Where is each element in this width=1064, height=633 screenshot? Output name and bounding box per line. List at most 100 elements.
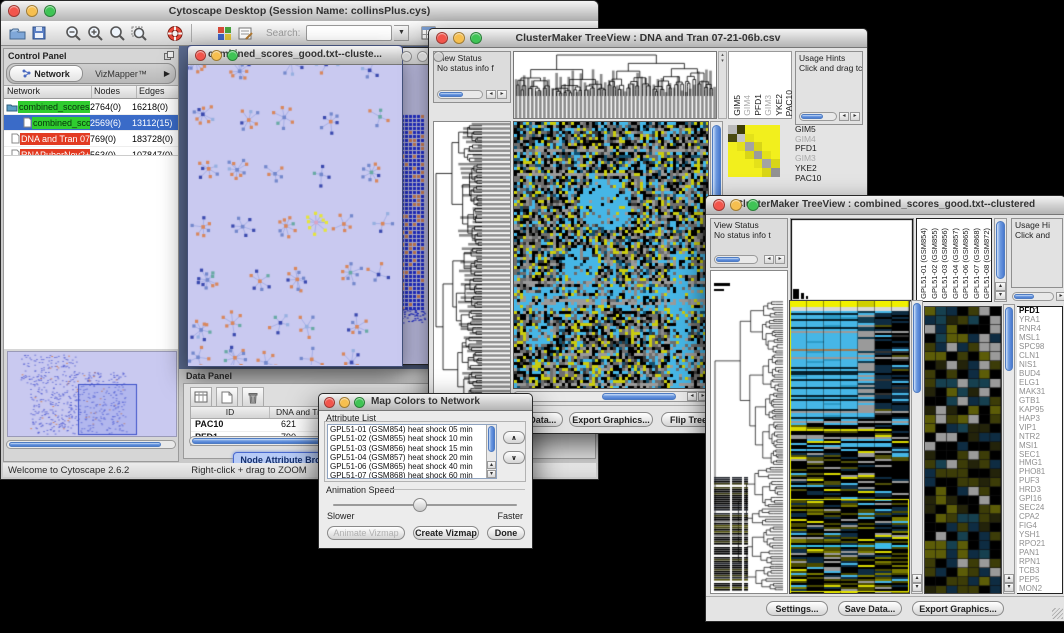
column-label[interactable]: GPL51-04 (GSM857) <box>951 228 960 299</box>
column-dendrogram[interactable] <box>513 51 717 119</box>
resize-grip[interactable] <box>1052 608 1063 619</box>
vizmapper-icon[interactable] <box>214 24 234 42</box>
column-label[interactable]: PFD1 <box>753 94 763 116</box>
done-button[interactable]: Done <box>487 526 525 540</box>
column-label[interactable]: GPL51-02 (GSM855) <box>930 228 939 299</box>
control-panel-hscrollbar[interactable] <box>6 440 176 449</box>
column-label[interactable]: GPL51-06 (GSM865) <box>961 228 970 299</box>
zoom-button[interactable] <box>747 199 759 211</box>
zoom-fit-icon[interactable] <box>107 24 127 42</box>
minimize-button[interactable] <box>417 51 428 62</box>
search-dropdown-arrow[interactable]: ▼ <box>394 25 409 41</box>
attribute-select-icon[interactable] <box>190 387 212 407</box>
scroll-left-arrow[interactable]: ◂ <box>486 90 496 99</box>
matrix-cell[interactable] <box>762 168 771 177</box>
minimize-button[interactable] <box>339 397 350 408</box>
matrix-cell[interactable] <box>728 151 737 160</box>
scroll-up-arrow[interactable]: ▴ <box>1004 574 1014 583</box>
attribute-list-vscrollbar[interactable]: ▴ ▾ <box>486 425 496 478</box>
new-attribute-icon[interactable] <box>216 387 238 407</box>
matrix-cell[interactable] <box>771 159 780 168</box>
zoom-button[interactable] <box>44 5 56 17</box>
column-label[interactable]: GPL51-08 (GSM872) <box>982 228 991 299</box>
scroll-left-arrow[interactable]: ◂ <box>839 112 849 121</box>
matrix-cell[interactable] <box>754 151 763 160</box>
matrix-cell[interactable] <box>762 159 771 168</box>
scroll-down-arrow[interactable]: ▾ <box>912 583 922 592</box>
speed-slider-thumb[interactable] <box>413 498 427 512</box>
scroll-left-arrow[interactable]: ◂ <box>764 255 774 264</box>
column-label[interactable]: GIM4 <box>742 95 752 116</box>
matrix-cell[interactable] <box>728 142 737 151</box>
open-file-icon[interactable] <box>7 24 27 42</box>
close-button[interactable] <box>713 199 725 211</box>
matrix-cell[interactable] <box>762 151 771 160</box>
gene-label-list[interactable]: PFD1YRA1RNR4MSL1SPC98CLN1NIS1BUD4ELG1MAK… <box>1017 306 1063 594</box>
scroll-right-arrow[interactable]: ▸ <box>850 112 860 121</box>
col-nodes[interactable]: Nodes <box>92 86 137 98</box>
row-dendrogram[interactable] <box>433 121 511 407</box>
scroll-right-arrow[interactable]: ▸ <box>497 90 507 99</box>
export-graphics-button[interactable]: Export Graphics... <box>569 412 653 427</box>
column-label[interactable]: GIM5 <box>732 95 742 116</box>
matrix-cell[interactable] <box>737 142 746 151</box>
usage-hints-hscrollbar[interactable] <box>799 112 837 121</box>
matrix-cell[interactable] <box>745 151 754 160</box>
heatmap-vscrollbar[interactable]: ▴ ▾ <box>911 300 923 594</box>
attribute-item[interactable]: GPL51-07 (GSM868) heat shock 60 min <box>328 471 496 478</box>
zoom-selected-icon[interactable] <box>129 24 149 42</box>
scroll-left-arrow[interactable]: ◂ <box>687 392 697 401</box>
save-data-button[interactable]: Save Data... <box>838 601 902 616</box>
move-down-button[interactable]: ∨ <box>503 451 525 464</box>
annotation-icon[interactable] <box>236 24 256 42</box>
matrix-cell[interactable] <box>771 125 780 134</box>
scroll-up-arrow[interactable]: ▴ <box>487 461 496 469</box>
similarity-matrix[interactable] <box>728 125 780 177</box>
matrix-cell[interactable] <box>771 151 780 160</box>
gene-label-list[interactable]: GIM5GIM4PFD1GIM3YKE2PAC10 <box>795 125 861 183</box>
view-status-hscrollbar[interactable] <box>437 90 483 99</box>
zoom-button[interactable] <box>433 51 444 62</box>
scroll-down-arrow[interactable]: ▾ <box>487 470 496 478</box>
matrix-cell[interactable] <box>745 142 754 151</box>
matrix-cell[interactable] <box>745 159 754 168</box>
matrix-cell[interactable] <box>728 134 737 143</box>
attribute-item[interactable]: GPL51-04 (GSM857) heat shock 20 min <box>328 453 496 462</box>
matrix-cell[interactable] <box>771 142 780 151</box>
heatmap-main[interactable] <box>789 300 910 594</box>
matrix-cell[interactable] <box>745 168 754 177</box>
matrix-cell[interactable] <box>754 142 763 151</box>
matrix-cell[interactable] <box>754 159 763 168</box>
column-label[interactable]: GPL51-07 (GSM868) <box>972 228 981 299</box>
help-lifering-icon[interactable] <box>165 24 185 42</box>
matrix-cell[interactable] <box>754 168 763 177</box>
gene-label[interactable]: MON2 <box>1019 585 1062 594</box>
matrix-cell[interactable] <box>728 159 737 168</box>
network-tree-row[interactable]: DNA and Tran 07769(0)183728(0) <box>4 131 178 147</box>
network-canvas[interactable] <box>188 65 400 365</box>
animate-vizmap-button[interactable]: Animate Vizmap <box>327 526 405 540</box>
matrix-cell[interactable] <box>728 168 737 177</box>
tab-overflow-arrow[interactable]: ▶ <box>159 69 175 78</box>
scroll-right-arrow[interactable]: ▸ <box>1056 292 1064 301</box>
view-status-hscrollbar[interactable] <box>714 255 758 264</box>
matrix-cell[interactable] <box>762 142 771 151</box>
dp-col-id[interactable]: ID <box>191 407 270 418</box>
matrix-cell[interactable] <box>771 168 780 177</box>
move-up-button[interactable]: ∧ <box>503 431 525 444</box>
matrix-cell[interactable] <box>771 134 780 143</box>
column-labels-vscrollbar[interactable]: ▴ ▾ <box>994 218 1007 302</box>
column-label[interactable]: YKE2 <box>774 94 784 116</box>
scroll-down-arrow[interactable]: ▾ <box>1004 583 1014 592</box>
matrix-cell[interactable] <box>745 125 754 134</box>
save-icon[interactable] <box>29 24 49 42</box>
zoom-out-icon[interactable] <box>63 24 83 42</box>
matrix-cell[interactable] <box>737 125 746 134</box>
attribute-item[interactable]: GPL51-01 (GSM854) heat shock 05 min <box>328 425 496 434</box>
col-network[interactable]: Network <box>4 86 92 98</box>
gene-label[interactable]: PAC10 <box>795 174 861 184</box>
minimize-button[interactable] <box>453 32 465 44</box>
column-label[interactable]: GPL51-01 (GSM854) <box>919 228 928 299</box>
minimize-button[interactable] <box>211 50 222 61</box>
zoom-button[interactable] <box>227 50 238 61</box>
